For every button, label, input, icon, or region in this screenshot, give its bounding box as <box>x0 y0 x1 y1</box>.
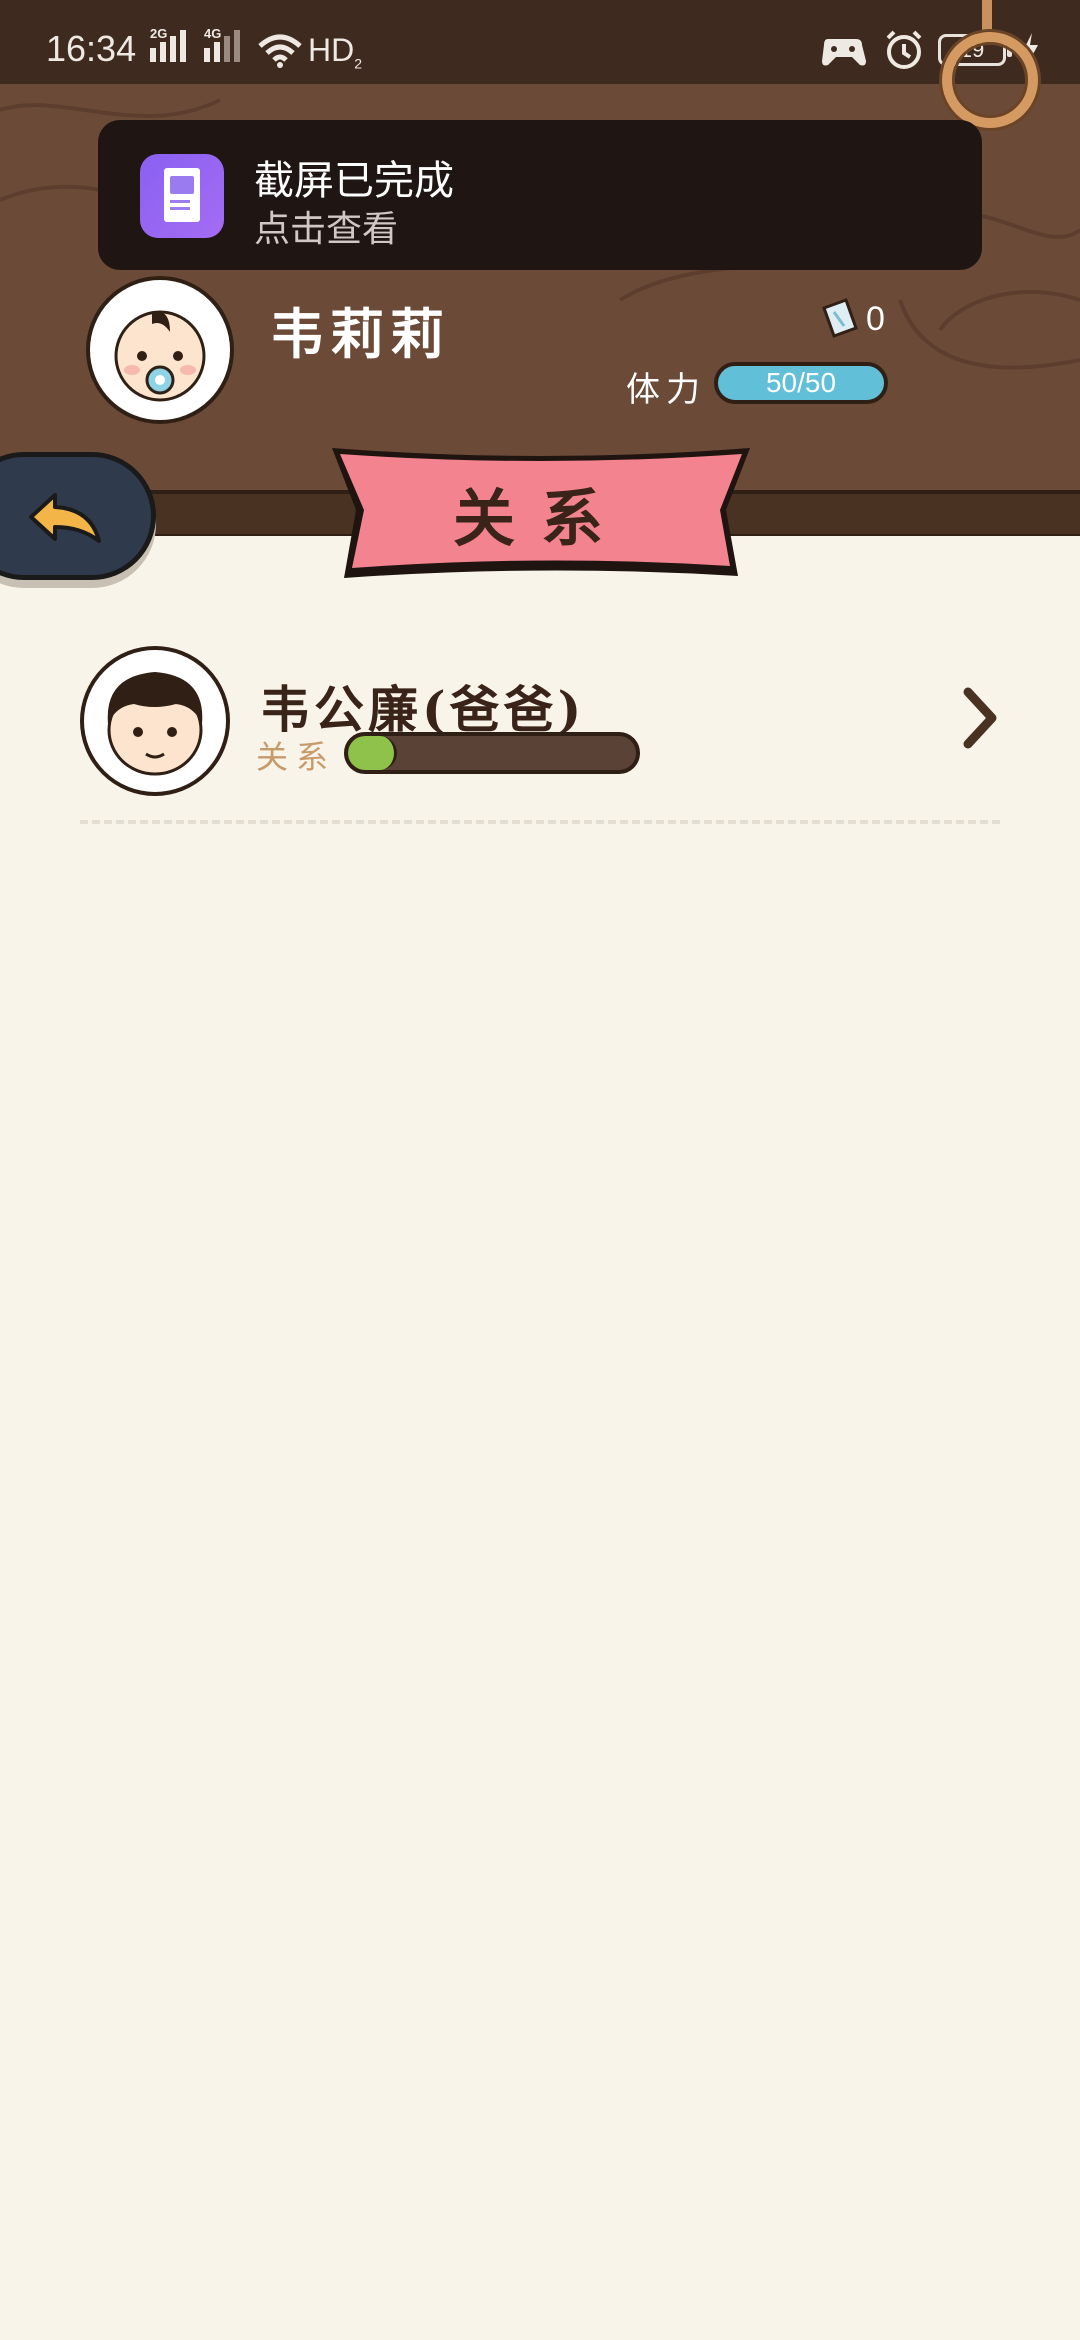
player-avatar[interactable] <box>86 276 234 424</box>
hanging-ring-icon[interactable] <box>942 32 1038 128</box>
network-type: HD2 <box>308 32 362 71</box>
notification-title: 截屏已完成 <box>254 158 454 204</box>
screenshot-page-graphic <box>164 168 200 222</box>
back-button[interactable] <box>0 452 156 580</box>
page-title: 关系 <box>452 482 629 555</box>
wifi-icon <box>258 34 302 68</box>
relation-list-item[interactable]: 韦公廉(爸爸) 关系 <box>80 646 1000 796</box>
network-type-label: HD <box>308 32 355 68</box>
status-time: 16:34 <box>46 28 137 69</box>
list-divider <box>80 820 1000 824</box>
ticket-icon <box>822 298 858 338</box>
relation-label: 关系 <box>256 738 337 776</box>
screenshot-icon <box>140 154 224 238</box>
notification-subtitle: 点击查看 <box>254 209 399 250</box>
baby-face-icon <box>114 310 206 402</box>
stamina-label: 体力 <box>626 370 706 410</box>
network-type-sub: 2 <box>354 55 363 72</box>
game-mode-icon <box>822 39 866 66</box>
status-bar: 16:34 2G 4G HD2 19 <box>0 0 1080 84</box>
relation-progress-bar <box>344 732 640 774</box>
back-arrow-icon <box>29 493 101 543</box>
chevron-right-icon[interactable] <box>960 686 1000 750</box>
stamina-bar: 50/50 <box>714 362 888 404</box>
player-name: 韦莉莉 <box>270 302 450 366</box>
signal-2-tag: 4G <box>204 26 222 41</box>
alarm-icon <box>886 30 922 69</box>
screenshot-notification[interactable]: 截屏已完成 点击查看 <box>98 120 982 270</box>
man-face-icon <box>107 672 203 776</box>
relation-avatar <box>80 646 230 796</box>
signal-icon-1: 2G <box>150 26 194 74</box>
signal-icon-2: 4G <box>204 26 248 74</box>
relation-progress-fill <box>348 736 397 770</box>
signal-1-tag: 2G <box>150 26 168 41</box>
ticket-count: 0 <box>866 300 885 338</box>
